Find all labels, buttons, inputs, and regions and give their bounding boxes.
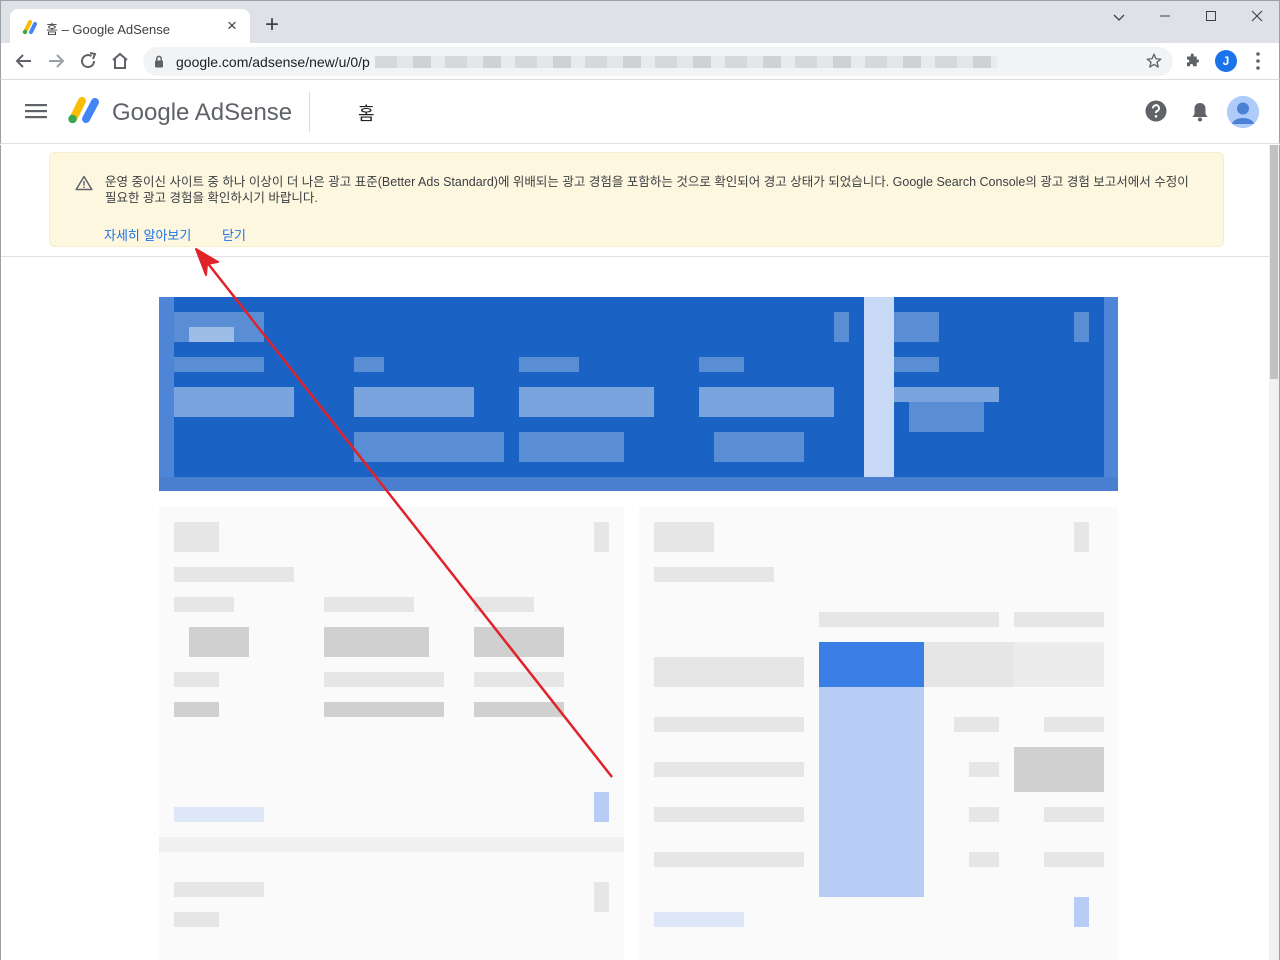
puzzle-icon[interactable] [1184, 52, 1202, 70]
scrollbar[interactable] [1269, 145, 1279, 960]
back-icon[interactable] [12, 49, 36, 73]
adsense-favicon-icon [22, 20, 37, 35]
redacted-url [375, 56, 997, 68]
address-bar[interactable]: google.com/adsense/new/u/0/p [143, 47, 1173, 76]
learn-more-link[interactable]: 자세히 알아보기 [104, 225, 191, 244]
tab-strip: 홈 – Google AdSense × + [0, 0, 1280, 44]
scrollbar-thumb[interactable] [1270, 145, 1278, 379]
star-icon[interactable] [1145, 52, 1163, 70]
browser-tab[interactable]: 홈 – Google AdSense × [10, 9, 250, 44]
divider [1, 256, 1271, 257]
main-content: 운영 중이신 사이트 중 하나 이상이 더 나은 광고 표준(Better Ad… [0, 145, 1280, 960]
home-icon[interactable] [108, 49, 132, 73]
reload-icon[interactable] [76, 49, 100, 73]
warning-icon [75, 175, 93, 191]
product-name[interactable]: Google AdSense [112, 99, 292, 127]
browser-toolbar: google.com/adsense/new/u/0/p J [0, 43, 1280, 80]
help-icon[interactable] [1145, 100, 1167, 122]
policy-warning-banner: 운영 중이신 사이트 중 하나 이상이 더 나은 광고 표준(Better Ad… [49, 152, 1224, 247]
bell-icon[interactable] [1190, 101, 1210, 123]
close-icon[interactable]: × [222, 16, 242, 36]
maximize-icon[interactable] [1188, 5, 1234, 29]
forward-icon[interactable] [44, 49, 68, 73]
adsense-logo-icon[interactable] [66, 95, 102, 125]
page-title: 홈 [358, 104, 375, 124]
header-divider [309, 92, 310, 132]
app-header: Google AdSense 홈 [0, 80, 1280, 144]
close-window-icon[interactable] [1234, 5, 1280, 29]
tab-search-icon[interactable] [1096, 5, 1142, 29]
warning-message: 운영 중이신 사이트 중 하나 이상이 더 나은 광고 표준(Better Ad… [105, 175, 1189, 205]
hamburger-icon[interactable] [25, 102, 47, 120]
plus-icon[interactable]: + [260, 13, 284, 38]
tab-title: 홈 – Google AdSense [46, 22, 170, 37]
account-avatar-icon[interactable] [1227, 96, 1259, 128]
kebab-menu-icon[interactable] [1251, 50, 1265, 72]
dismiss-link[interactable]: 닫기 [222, 225, 246, 244]
profile-button[interactable]: J [1215, 50, 1237, 72]
url-text: google.com/adsense/new/u/0/p [176, 54, 370, 70]
minimize-icon[interactable] [1142, 5, 1188, 29]
lock-icon[interactable] [154, 55, 164, 68]
